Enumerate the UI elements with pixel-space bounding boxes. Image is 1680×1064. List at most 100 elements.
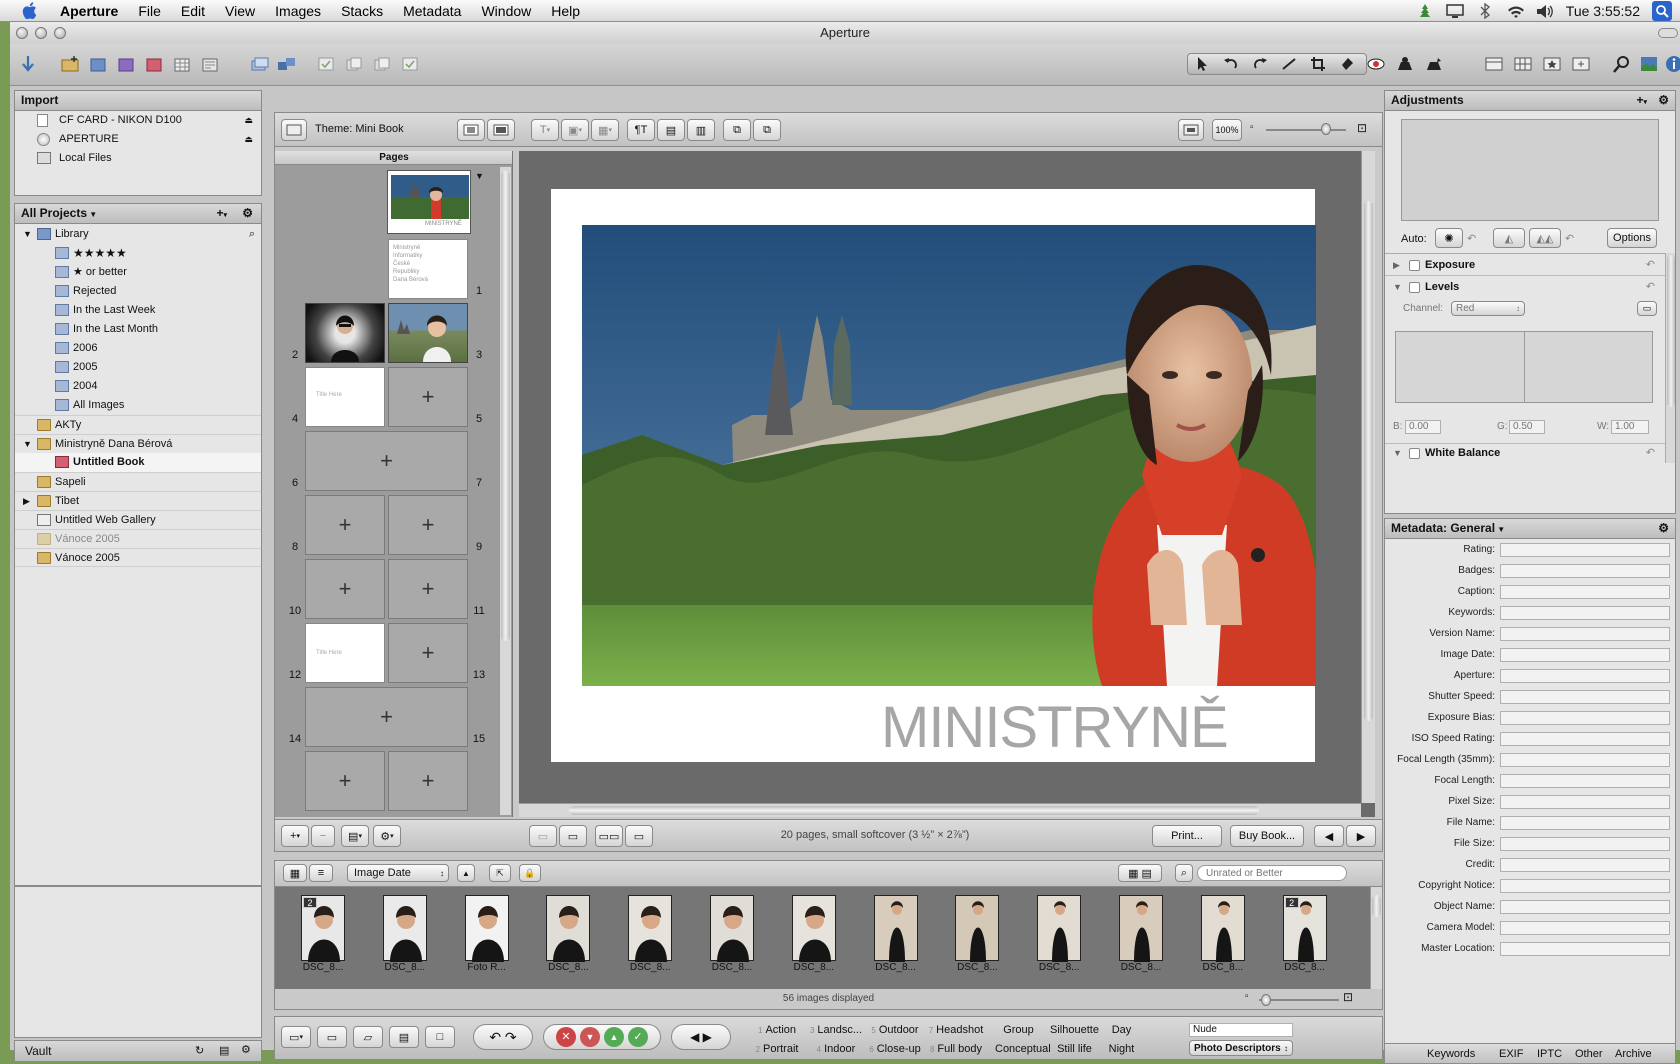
disclosure-open-icon[interactable]: ▼: [1393, 278, 1402, 297]
stack-icon[interactable]: [248, 53, 272, 75]
project-vanoce-2005-offline[interactable]: Vánoce 2005: [15, 529, 261, 548]
black-point-field[interactable]: 0.00: [1405, 420, 1441, 434]
levels-checkbox[interactable]: [1409, 282, 1420, 293]
eject-icon[interactable]: ⏏: [244, 130, 253, 149]
crop-tool-icon[interactable]: [1306, 53, 1330, 75]
filmstrip-thumb[interactable]: [1037, 895, 1082, 962]
metadata-value-field[interactable]: [1500, 837, 1670, 851]
project-ministryne[interactable]: ▼ Ministryně Dana Bérová: [15, 434, 261, 453]
channel-select[interactable]: Red ↕: [1451, 301, 1525, 316]
library-search-icon[interactable]: ⌕: [249, 225, 255, 244]
disclosure-open-icon[interactable]: ▼: [1393, 444, 1402, 463]
menubar-clock[interactable]: Tue 3:55:52: [1566, 3, 1640, 19]
filmstrip-thumb[interactable]: [1119, 895, 1163, 962]
view-layout-button[interactable]: ▭▭: [595, 825, 623, 847]
zoom-button[interactable]: [54, 27, 66, 39]
keyword-button[interactable]: Day: [1101, 1022, 1139, 1039]
add-text-box-button[interactable]: T ▾: [531, 119, 559, 141]
white-balance-checkbox[interactable]: [1409, 448, 1420, 459]
page-fit-button[interactable]: [487, 119, 515, 141]
browser-filter-button[interactable]: ⇱: [489, 864, 511, 882]
import-source-local[interactable]: Local Files: [15, 149, 261, 168]
rotate-left-tool-icon[interactable]: [1219, 53, 1243, 75]
import-source-disk[interactable]: APERTURE ⏏: [15, 130, 261, 149]
keyword-button[interactable]: 1 Action: [751, 1022, 803, 1039]
filmstrip-thumb[interactable]: [382, 895, 427, 962]
toolbar-toggle-button[interactable]: [1658, 28, 1678, 38]
filmstrip-thumb[interactable]: [464, 895, 509, 962]
menu-file[interactable]: File: [128, 3, 171, 19]
page-16-placeholder[interactable]: +: [305, 751, 385, 811]
import-source-card[interactable]: CF CARD - NIKON D100 ⏏: [15, 111, 261, 130]
theme-button[interactable]: [281, 119, 307, 141]
thumb-size-slider-thumb[interactable]: [1261, 994, 1271, 1006]
spread-photo[interactable]: [582, 225, 1316, 686]
gamma-field[interactable]: 0.50: [1509, 420, 1545, 434]
rating-mode-icon[interactable]: [1540, 53, 1564, 75]
browser-mode-icon[interactable]: [1511, 53, 1535, 75]
keyword-button[interactable]: 3 Landsc...: [809, 1022, 863, 1039]
menu-app-name[interactable]: Aperture: [50, 3, 128, 19]
adjustments-scroll-thumb[interactable]: [1667, 255, 1675, 407]
menu-view[interactable]: View: [215, 3, 265, 19]
keyword-button[interactable]: 7 Headshot: [926, 1022, 986, 1039]
control-view-button-5[interactable]: □: [425, 1026, 455, 1048]
metadata-value-field[interactable]: [1500, 564, 1670, 578]
new-project-icon[interactable]: [58, 53, 82, 75]
pages-scrollbar[interactable]: [499, 167, 511, 815]
auto-undo-icon[interactable]: ↶: [1467, 232, 1476, 245]
options-button[interactable]: Options: [1607, 228, 1657, 248]
page-5-placeholder[interactable]: +: [388, 367, 468, 427]
menu-images[interactable]: Images: [265, 3, 331, 19]
filmstrip-thumb[interactable]: [1200, 895, 1245, 962]
metadata-value-field[interactable]: [1500, 858, 1670, 872]
page-10-placeholder[interactable]: +: [305, 559, 385, 619]
page-17-placeholder[interactable]: +: [388, 751, 468, 811]
canvas-vscrollbar[interactable]: [1361, 151, 1375, 803]
control-view-button-4[interactable]: ▤: [389, 1026, 419, 1048]
add-project-icon[interactable]: +▾: [216, 204, 227, 225]
metadata-value-field[interactable]: [1500, 879, 1670, 893]
menu-stacks[interactable]: Stacks: [331, 3, 393, 19]
rotate-buttons[interactable]: ↶ ↷: [473, 1024, 533, 1050]
menu-metadata[interactable]: Metadata: [393, 3, 471, 19]
smart-album-last-month[interactable]: In the Last Month: [15, 320, 261, 339]
sort-direction-button[interactable]: ▲: [457, 864, 475, 882]
levels-row[interactable]: ▼ Levels ↶: [1385, 278, 1675, 298]
eject-icon[interactable]: ⏏: [244, 111, 253, 130]
menu-help[interactable]: Help: [541, 3, 590, 19]
album-untitled-book[interactable]: Untitled Book: [15, 453, 261, 472]
page-3-thumb[interactable]: [388, 303, 468, 363]
disclosure-open-icon[interactable]: ▼: [23, 225, 32, 244]
browser-layout-toggle[interactable]: ▦ ▤: [1118, 864, 1162, 882]
navigation-buttons[interactable]: ◀ ▶: [671, 1024, 731, 1050]
search-icon[interactable]: ⌕: [1175, 864, 1193, 882]
zoom-slider-thumb[interactable]: [1321, 123, 1331, 135]
import-icon[interactable]: [16, 53, 40, 75]
browser-scrollbar[interactable]: [1370, 887, 1382, 989]
white-balance-row[interactable]: ▼ White Balance ↶: [1385, 443, 1675, 463]
smart-album-last-week[interactable]: In the Last Week: [15, 301, 261, 320]
disclosure-closed-icon[interactable]: ▶: [23, 492, 30, 511]
metadata-value-field[interactable]: [1500, 732, 1670, 746]
page-1-thumb[interactable]: Ministryně Informatiky České Republiky D…: [388, 239, 468, 299]
loupe-mode-icon[interactable]: [1569, 53, 1593, 75]
page-8-placeholder[interactable]: +: [305, 495, 385, 555]
metadata-value-field[interactable]: [1500, 753, 1670, 767]
red-eye-tool-icon[interactable]: [1364, 53, 1388, 75]
new-album-icon[interactable]: [114, 53, 138, 75]
new-folder-icon[interactable]: [86, 53, 110, 75]
view-single-page-button[interactable]: ▭: [529, 825, 557, 847]
browser-lock-icon[interactable]: 🔒: [519, 864, 541, 882]
filmstrip-thumb[interactable]: [873, 895, 918, 962]
browser-search-input[interactable]: [1197, 865, 1347, 881]
add-page-button[interactable]: + ▾: [281, 825, 309, 847]
remove-page-button[interactable]: −: [311, 825, 335, 847]
smart-album-2006[interactable]: 2006: [15, 339, 261, 358]
previous-page-button[interactable]: ◀: [1314, 825, 1344, 847]
page-12-thumb[interactable]: Title Here: [305, 623, 385, 683]
smart-album-2005[interactable]: 2005: [15, 358, 261, 377]
select-button[interactable]: ✓: [628, 1027, 648, 1047]
smart-album-2004[interactable]: 2004: [15, 377, 261, 396]
web-gallery-untitled[interactable]: Untitled Web Gallery: [15, 510, 261, 529]
